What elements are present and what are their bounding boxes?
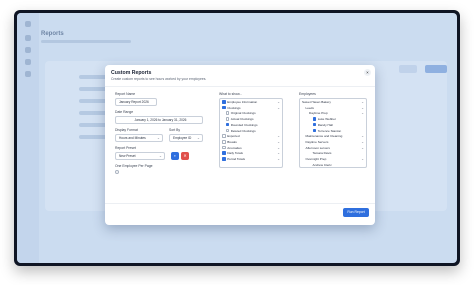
employees-label: Employees	[299, 92, 316, 96]
date-range-input[interactable]: January 1, 2026 to January 31, 2026	[115, 116, 203, 124]
checkbox-checked-icon[interactable]	[312, 122, 317, 127]
close-icon[interactable]: ×	[364, 69, 371, 76]
background-button	[399, 65, 417, 73]
chevron-down-icon[interactable]: ⌄	[361, 100, 364, 104]
chevron-down-icon[interactable]: ⌄	[277, 146, 280, 150]
chevron-down-icon[interactable]: ⌄	[277, 134, 280, 138]
checkbox-icon[interactable]	[222, 139, 226, 144]
list-item-label: Deleted Clockings	[230, 128, 256, 133]
what-to-show-list: Employee Information ⌄ Clockings ⌄ Original …	[219, 98, 283, 168]
background-subtitle	[41, 40, 131, 43]
list-item-label: Terrence Stanton	[317, 128, 342, 133]
checkbox-checked-icon[interactable]	[222, 157, 226, 161]
list-item-label: Clockings	[227, 105, 241, 110]
report-preset-value: New Preset	[119, 154, 136, 158]
checkbox-icon[interactable]	[222, 134, 226, 138]
checkbox-checked-icon[interactable]	[225, 122, 230, 127]
app-screen: Reports Custom Reports Create custom rep…	[17, 13, 457, 263]
list-item-label: Afternoon servers	[305, 145, 330, 150]
background-nav-icon	[25, 35, 31, 41]
background-logo-icon	[25, 21, 31, 27]
list-item-label: Overnight Prep	[305, 157, 327, 161]
checkbox-checked-icon[interactable]	[222, 105, 226, 110]
dialog-footer-divider	[105, 203, 375, 204]
list-item-label: Tamara Davis	[312, 151, 332, 156]
list-item[interactable]: Andrew Cleric	[312, 162, 332, 167]
list-item-label: Luke Webber	[317, 117, 337, 122]
list-item-label: Employee Information	[227, 100, 258, 104]
dialog-title: Custom Reports	[111, 70, 152, 76]
checkbox-icon[interactable]	[225, 128, 230, 133]
chevron-down-icon[interactable]: ⌄	[361, 134, 364, 138]
chevron-down-icon[interactable]: ⌄	[277, 140, 280, 144]
background-nav-icon	[25, 59, 31, 65]
list-item-label: Daytime Prep	[309, 111, 328, 116]
custom-reports-dialog: Custom Reports Create custom reports to …	[105, 65, 375, 225]
run-report-button[interactable]: Run Report	[343, 208, 369, 217]
chevron-down-icon[interactable]: ⌄	[277, 100, 280, 104]
chevron-down-icon[interactable]: ⌄	[277, 151, 280, 155]
chevron-down-icon[interactable]: ⌄	[277, 157, 280, 161]
checkbox-checked-icon[interactable]	[222, 151, 226, 155]
dialog-header-divider	[105, 86, 375, 87]
chevron-down-icon: ⌄	[156, 136, 160, 140]
report-name-input[interactable]: January Report 2026	[115, 98, 157, 106]
list-item[interactable]: Period Totals	[222, 157, 245, 163]
chevron-down-icon[interactable]: ⌄	[361, 106, 364, 110]
device-frame: Reports Custom Reports Create custom rep…	[14, 10, 460, 266]
report-name-label: Report Name	[115, 92, 136, 96]
list-item-label: Randy Hall	[317, 122, 333, 127]
list-item-label: Exported	[227, 134, 240, 139]
checkbox-checked-icon[interactable]	[312, 117, 317, 121]
date-range-label: Date Range	[115, 110, 134, 114]
sort-by-label: Sort By	[169, 128, 181, 132]
list-item-label: Andrew Cleric	[312, 162, 332, 167]
list-item-label: Leeds	[305, 105, 314, 110]
list-item-label: Maintenance and Cleaning	[305, 134, 343, 139]
list-item-label: Anomalies	[227, 145, 242, 150]
report-preset-label: Report Preset	[115, 146, 136, 150]
sort-by-value: Employee ID	[173, 136, 192, 140]
list-item-label: Actual Clockings	[230, 117, 254, 122]
checkbox-icon[interactable]	[225, 111, 230, 116]
background-sidebar	[17, 13, 39, 263]
chevron-down-icon[interactable]: ⌄	[361, 140, 364, 144]
dialog-subtitle: Create custom reports to see hours worke…	[111, 77, 207, 81]
list-item-label: Daily Totals	[227, 151, 243, 156]
employees-list: Sweet Haven Bakery ⌄ Leeds ⌄ Daytime Prep ⌄ Lu…	[299, 98, 367, 168]
display-format-select[interactable]: Hours and Minutes ⌄	[115, 134, 163, 142]
list-item-label: Period Totals	[227, 157, 246, 161]
display-format-value: Hours and Minutes	[119, 136, 146, 140]
chevron-down-icon[interactable]: ⌄	[361, 157, 364, 161]
checkbox-checked-icon[interactable]	[222, 100, 226, 104]
list-item-label: Breaks	[227, 139, 237, 144]
report-preset-select[interactable]: New Preset ⌄	[115, 152, 165, 160]
list-item-label: Sweet Haven Bakery	[302, 100, 331, 104]
checkbox-icon[interactable]	[222, 145, 226, 150]
list-item-label: Original Clockings	[230, 111, 256, 116]
list-item-label: Rounded Clockings	[230, 122, 258, 127]
background-nav-icon	[25, 47, 31, 53]
one-employee-per-page-toggle[interactable]	[115, 170, 119, 174]
chevron-down-icon[interactable]: ⌄	[361, 146, 364, 150]
what-to-show-label: What to show...	[219, 92, 243, 96]
delete-icon[interactable]: ✕	[181, 152, 189, 160]
background-nav-icon	[25, 71, 31, 77]
save-icon[interactable]: ▪	[171, 152, 179, 160]
chevron-down-icon: ⌄	[158, 154, 162, 158]
chevron-down-icon: ⌄	[196, 136, 200, 140]
checkbox-icon[interactable]	[225, 117, 230, 121]
display-format-label: Display Format	[115, 128, 138, 132]
list-item-label: Daytime Servers	[305, 139, 329, 144]
chevron-down-icon[interactable]: ⌄	[361, 111, 364, 115]
background-primary-button	[425, 65, 447, 73]
checkbox-checked-icon[interactable]	[312, 128, 317, 133]
sort-by-select[interactable]: Employee ID ⌄	[169, 134, 203, 142]
background-page-title: Reports	[41, 31, 64, 37]
one-employee-per-page-label: One Employee Per Page	[115, 164, 153, 168]
chevron-down-icon[interactable]: ⌄	[277, 106, 280, 110]
